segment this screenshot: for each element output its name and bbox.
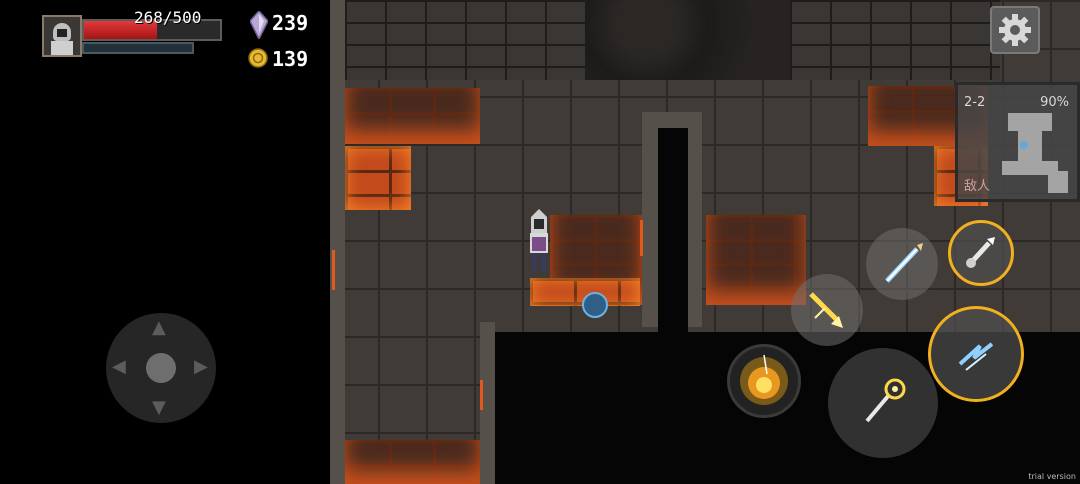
arrow-left-icon: ◀ — [112, 356, 126, 377]
arrow-up-icon: ▲ — [152, 317, 166, 338]
lava-brick-left — [345, 146, 411, 210]
ice-spear-icon — [885, 243, 923, 283]
minimap-room — [1048, 171, 1068, 193]
energy-bar — [82, 42, 194, 54]
lava-crack — [640, 220, 643, 256]
joystick-knob[interactable] — [146, 353, 176, 383]
brick-block-center-right — [706, 215, 806, 305]
dash-skill-button[interactable] — [948, 220, 1014, 286]
minimap[interactable]: 2-2 90% 敌人 — [955, 82, 1080, 202]
lava-crack — [480, 380, 483, 410]
arrow-right-icon: ▶ — [194, 356, 208, 377]
avatar-body — [51, 41, 73, 55]
wall-left-edge — [330, 0, 345, 484]
gear-icon — [999, 14, 1031, 46]
brick-block-bottom-left — [345, 440, 480, 484]
magic-staff-icon — [865, 378, 906, 423]
sword-slash-skill-button[interactable] — [791, 274, 863, 346]
minimap-enemy-label: 敌人 — [964, 179, 991, 194]
coin-icon — [248, 48, 268, 68]
trial-version-watermark: trial version — [1028, 472, 1076, 481]
fire-burst-skill-button[interactable] — [727, 344, 801, 418]
player-avatar[interactable] — [42, 15, 82, 57]
companion-orb — [582, 292, 608, 318]
wall-top-right — [790, 0, 1000, 80]
coin-count: 139 — [272, 47, 309, 71]
attack-button[interactable] — [828, 348, 938, 458]
avatar-face — [57, 29, 67, 37]
lightning-icon — [958, 342, 994, 371]
movement-joystick[interactable]: ▲ ▼ ◀ ▶ — [106, 313, 216, 423]
ice-spear-skill-button[interactable] — [866, 228, 938, 300]
player-marker — [1020, 141, 1028, 149]
minimap-room — [1008, 113, 1052, 131]
lightning-skill-button[interactable] — [928, 306, 1024, 402]
arrow-down-icon: ▼ — [152, 397, 166, 418]
pillar-gap — [658, 128, 688, 338]
dash-icon — [966, 237, 995, 268]
wall-top-left — [345, 0, 585, 80]
lava-crack — [332, 250, 335, 290]
settings-button[interactable] — [990, 6, 1040, 54]
rubble-area — [585, 0, 790, 80]
crystal-icon — [250, 11, 268, 39]
minimap-progress: 90% — [1040, 95, 1069, 110]
health-text: 268/500 — [134, 8, 202, 27]
minimap-level: 2-2 — [964, 95, 986, 110]
brick-block-upper-left — [345, 88, 480, 144]
player-character — [526, 207, 552, 275]
crystal-count: 239 — [272, 11, 309, 35]
sword-slash-icon — [809, 292, 843, 328]
fire-burst-icon — [740, 354, 788, 405]
game-screen: 268/500 239 139 2-2 90% 敌人 ▲ ▼ ◀ ▶ trial… — [0, 0, 1080, 484]
